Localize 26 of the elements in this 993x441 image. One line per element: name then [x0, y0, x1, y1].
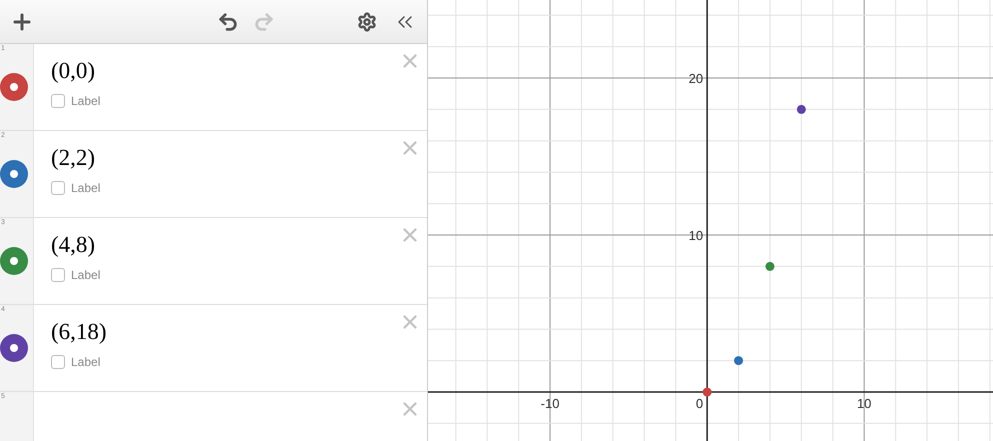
label-checkbox[interactable]: [51, 94, 65, 108]
tick-label: -10: [540, 396, 560, 412]
checkbox-label: Label: [71, 94, 100, 108]
graph-canvas[interactable]: -10 10 10 20 0: [428, 0, 993, 441]
label-checkbox[interactable]: [51, 355, 65, 369]
expression-text[interactable]: (6,18): [51, 319, 107, 345]
data-point[interactable]: [796, 104, 806, 114]
point-style-icon[interactable]: [0, 73, 28, 101]
tick-label: 10: [856, 396, 872, 412]
point-style-icon[interactable]: [0, 334, 28, 362]
label-checkbox[interactable]: [51, 181, 65, 195]
data-point[interactable]: [765, 262, 774, 271]
expression-text[interactable]: (4,8): [51, 232, 96, 258]
point-style-icon[interactable]: [0, 247, 28, 275]
data-point[interactable]: [702, 388, 712, 397]
origin-label: 0: [696, 396, 704, 412]
label-checkbox[interactable]: [51, 268, 65, 282]
tick-label: 20: [688, 71, 704, 86]
checkbox-label: Label: [71, 355, 100, 369]
checkbox-label: Label: [71, 181, 100, 195]
expression-text[interactable]: (2,2): [51, 145, 96, 171]
data-point[interactable]: [734, 356, 744, 366]
checkbox-label: Label: [71, 268, 100, 282]
point-style-icon[interactable]: [0, 160, 28, 188]
expression-text[interactable]: (0,0): [51, 58, 96, 84]
tick-label: 10: [688, 228, 704, 244]
